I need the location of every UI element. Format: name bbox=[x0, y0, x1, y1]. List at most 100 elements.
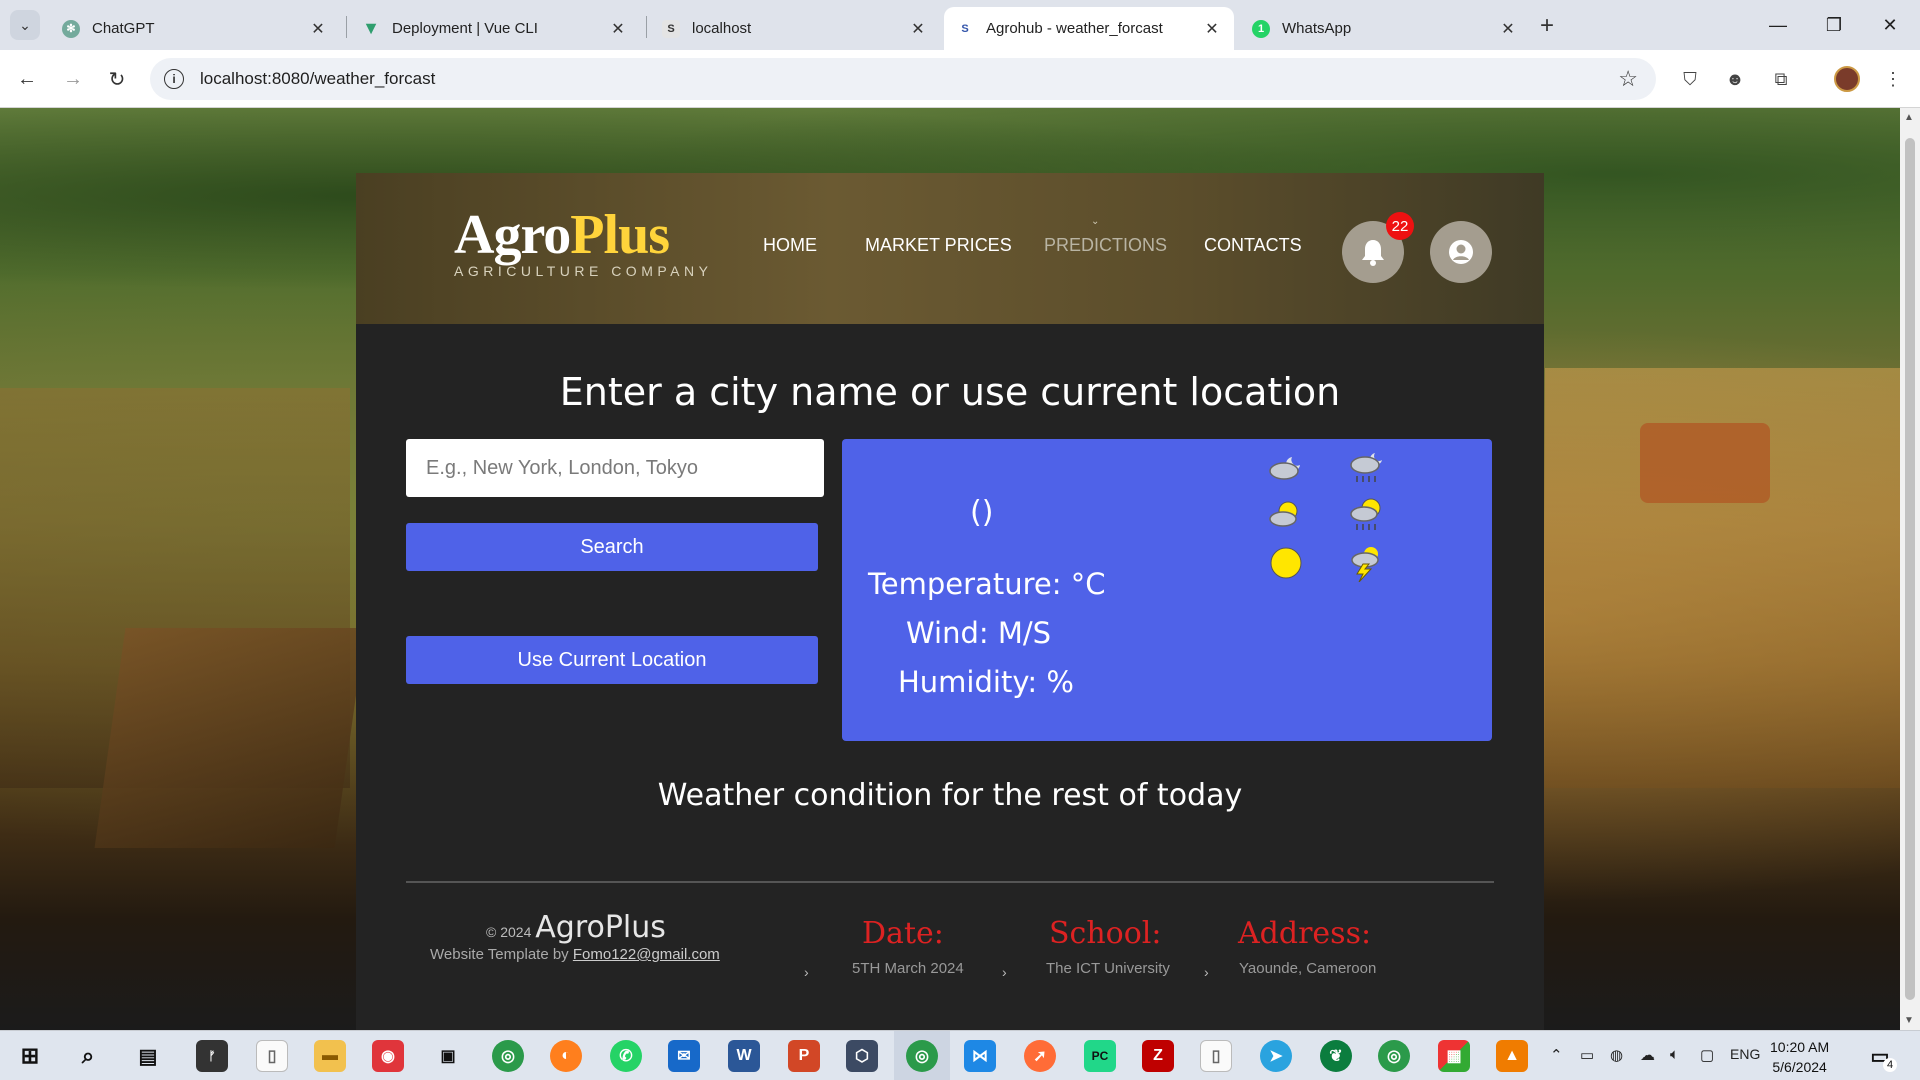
tab-vue-cli[interactable]: ▼ Deployment | Vue CLI ✕ bbox=[350, 7, 640, 50]
cloudy-night-icon bbox=[1266, 449, 1306, 485]
minimize-button[interactable]: — bbox=[1758, 10, 1798, 40]
profile-avatar[interactable] bbox=[1834, 66, 1860, 92]
search-button[interactable]: Search bbox=[406, 523, 818, 571]
tab-title: ChatGPT bbox=[92, 20, 155, 37]
page-scrollbar[interactable]: ▲ ▼ bbox=[1900, 108, 1920, 1030]
whatsapp-taskbar-icon[interactable]: ✆ bbox=[610, 1040, 642, 1072]
shield-extension-icon[interactable]: ⛉ bbox=[1677, 66, 1703, 92]
file-explorer-icon[interactable]: ▬ bbox=[314, 1040, 346, 1072]
vlc-icon[interactable]: ▲ bbox=[1496, 1040, 1528, 1072]
task-view-icon[interactable]: ▤ bbox=[132, 1040, 164, 1072]
url-text: localhost:8080/weather_forcast bbox=[200, 69, 436, 88]
page-title: Enter a city name or use current locatio… bbox=[559, 370, 1341, 414]
windows-taskbar: ⊞ ⌕ ▤ ᚠ ▯ ▬ ◉ ▣ ◎ ◐ ✆ ✉ W P ⬡ ◎ ⋈ ➚ PC Z… bbox=[0, 1030, 1920, 1080]
virtualbox-icon[interactable]: ⬡ bbox=[846, 1040, 878, 1072]
browser-tab-bar: ⌄ ✻ ChatGPT ✕ ▼ Deployment | Vue CLI ✕ S… bbox=[0, 0, 1920, 50]
account-button[interactable] bbox=[1430, 221, 1492, 283]
use-current-location-button[interactable]: Use Current Location bbox=[406, 636, 818, 684]
weather-card: () Temperature: °C Wind: M/S Humidity: % bbox=[842, 439, 1492, 741]
s-icon: S bbox=[961, 22, 969, 35]
reload-button[interactable]: ↻ bbox=[102, 64, 132, 94]
close-window-button[interactable]: ✕ bbox=[1870, 10, 1910, 40]
tab-agrohub[interactable]: S Agrohub - weather_forcast ✕ bbox=[944, 7, 1234, 50]
chrome-icon[interactable]: ◎ bbox=[492, 1040, 524, 1072]
firefox-icon[interactable]: ◐ bbox=[550, 1040, 582, 1072]
powerpoint-icon[interactable]: P bbox=[788, 1040, 820, 1072]
tab-divider bbox=[346, 16, 347, 38]
chrome-active-icon[interactable]: ◎ bbox=[906, 1040, 938, 1072]
word-icon[interactable]: W bbox=[728, 1040, 760, 1072]
display-icon[interactable]: ▢ bbox=[1700, 1046, 1714, 1064]
main-container: AgroPlus AGRICULTURE COMPANY HOME MARKET… bbox=[356, 173, 1544, 1030]
s-icon: S bbox=[662, 19, 680, 38]
search-icon[interactable]: ⌕ bbox=[72, 1040, 104, 1072]
mail-icon[interactable]: ✉ bbox=[668, 1040, 700, 1072]
puzzle-extensions-icon[interactable]: ⧉ bbox=[1768, 66, 1794, 92]
menu-dots-icon[interactable]: ⋮ bbox=[1880, 66, 1906, 92]
language-indicator[interactable]: ENG bbox=[1730, 1046, 1760, 1062]
nav-predictions[interactable]: PREDICTIONS bbox=[1044, 235, 1167, 256]
sun-icon bbox=[1266, 545, 1306, 581]
nav-home[interactable]: HOME bbox=[763, 235, 817, 256]
notification-count: 4 bbox=[1883, 1058, 1897, 1072]
tab-title: Agrohub - weather_forcast bbox=[986, 20, 1163, 37]
clock-time: 10:20 AM bbox=[1770, 1039, 1830, 1055]
mongodb-icon[interactable]: ❦ bbox=[1320, 1040, 1352, 1072]
pycharm-icon[interactable]: PC bbox=[1084, 1040, 1116, 1072]
tab-localhost[interactable]: S localhost ✕ bbox=[650, 7, 940, 50]
close-icon[interactable]: ✕ bbox=[908, 19, 928, 39]
tab-divider bbox=[646, 16, 647, 38]
cloud-icon[interactable]: ☁ bbox=[1640, 1046, 1655, 1064]
battery-icon[interactable]: ▭ bbox=[1580, 1046, 1594, 1064]
extension-avatar-icon[interactable]: ☻ bbox=[1722, 66, 1748, 92]
logo-main-text: Agro bbox=[454, 204, 571, 266]
address-bar[interactable]: i localhost:8080/weather_forcast ☆ bbox=[150, 58, 1656, 100]
maximize-button[interactable]: ❐ bbox=[1814, 10, 1854, 40]
whatsapp-icon: 1 bbox=[1252, 19, 1270, 38]
app-grid-icon[interactable]: ▦ bbox=[1438, 1040, 1470, 1072]
clock-date: 5/6/2024 bbox=[1772, 1059, 1827, 1075]
tray-chevron-up-icon[interactable]: ⌃ bbox=[1550, 1046, 1563, 1064]
night-rain-icon bbox=[1347, 449, 1387, 485]
calculator-icon[interactable]: ▣ bbox=[432, 1040, 464, 1072]
thunderstorm-icon bbox=[1347, 545, 1387, 582]
bookmark-star-icon[interactable]: ☆ bbox=[1618, 66, 1638, 92]
day-rain-icon bbox=[1347, 497, 1387, 533]
scrollbar-thumb[interactable] bbox=[1905, 138, 1915, 1000]
close-icon[interactable]: ✕ bbox=[1498, 19, 1518, 39]
notification-badge: 22 bbox=[1386, 212, 1414, 240]
app-notepad-plus-icon[interactable]: ᚠ bbox=[196, 1040, 228, 1072]
tab-whatsapp[interactable]: 1 WhatsApp ✕ bbox=[1240, 7, 1530, 50]
nav-contacts[interactable]: CONTACTS bbox=[1204, 235, 1302, 256]
tab-title: localhost bbox=[692, 20, 752, 37]
forward-button[interactable]: → bbox=[58, 64, 88, 94]
scroll-down-icon[interactable]: ▼ bbox=[1904, 1015, 1914, 1026]
postman-icon[interactable]: ➚ bbox=[1024, 1040, 1056, 1072]
close-icon[interactable]: ✕ bbox=[608, 19, 628, 39]
user-circle-icon bbox=[1449, 240, 1473, 264]
nav-market-prices[interactable]: MARKET PRICES bbox=[865, 235, 1012, 256]
file-icon[interactable]: ▯ bbox=[256, 1040, 288, 1072]
windows-start-icon[interactable]: ⊞ bbox=[14, 1040, 46, 1072]
new-tab-button[interactable]: + bbox=[1540, 12, 1554, 40]
scroll-up-icon[interactable]: ▲ bbox=[1904, 112, 1914, 123]
city-name: () bbox=[970, 495, 994, 530]
info-icon[interactable]: i bbox=[164, 69, 184, 89]
screen-recorder-icon[interactable]: ◉ bbox=[372, 1040, 404, 1072]
globe-icon[interactable]: ◍ bbox=[1610, 1046, 1623, 1064]
close-icon[interactable]: ✕ bbox=[308, 19, 328, 39]
document-icon[interactable]: ▯ bbox=[1200, 1040, 1232, 1072]
chrome-profile-icon[interactable]: ◎ bbox=[1378, 1040, 1410, 1072]
volume-icon[interactable]: 🔈︎ bbox=[1670, 1046, 1679, 1063]
tab-chatgpt[interactable]: ✻ ChatGPT ✕ bbox=[50, 7, 340, 50]
site-logo[interactable]: AgroPlus AGRICULTURE COMPANY bbox=[454, 203, 712, 279]
telegram-icon[interactable]: ➤ bbox=[1260, 1040, 1292, 1072]
filezilla-icon[interactable]: Z bbox=[1142, 1040, 1174, 1072]
vscode-icon[interactable]: ⋈ bbox=[964, 1040, 996, 1072]
close-icon[interactable]: ✕ bbox=[1202, 19, 1222, 39]
system-clock[interactable]: 10:20 AM 5/6/2024 bbox=[1770, 1037, 1829, 1077]
city-search-input[interactable] bbox=[406, 439, 824, 497]
tab-search-button[interactable]: ⌄ bbox=[10, 10, 40, 40]
rest-of-day-heading: Weather condition for the rest of today bbox=[657, 778, 1243, 813]
back-button[interactable]: ← bbox=[12, 64, 42, 94]
